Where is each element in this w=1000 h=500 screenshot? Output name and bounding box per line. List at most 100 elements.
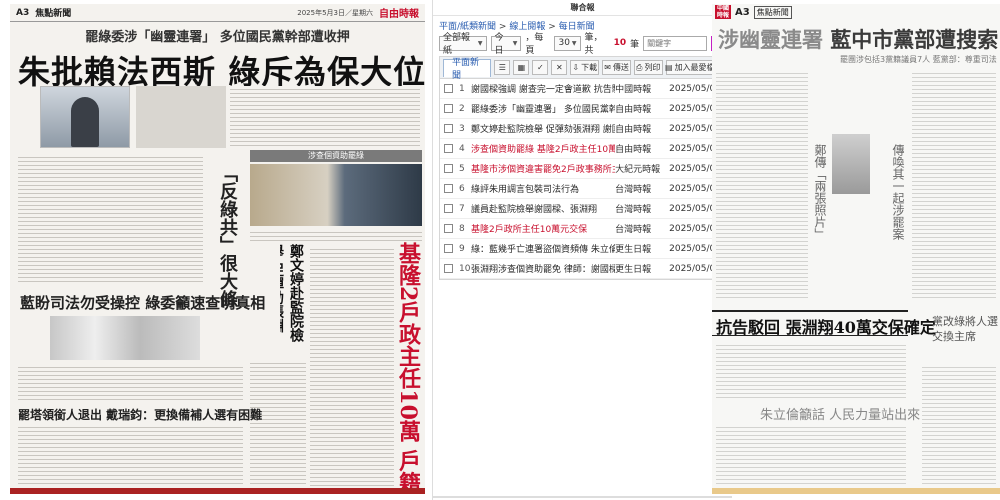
total-unit: 筆 bbox=[630, 39, 640, 50]
right-paper-brand-logo: 中國時報 bbox=[715, 5, 731, 19]
print-label: 列印 bbox=[644, 63, 661, 72]
row-checkbox[interactable] bbox=[444, 84, 453, 93]
total-label: 筆，共 bbox=[584, 33, 603, 56]
search-input[interactable] bbox=[643, 35, 708, 51]
right-paper-side-title: 黨改綠將人選交換主席 bbox=[932, 315, 998, 343]
right-paper-text-column bbox=[912, 70, 996, 300]
table-row[interactable]: 10張淵翔涉查個資助罷免 律師：謝國樑若指示涉正犯更生日報2025/05/03 bbox=[440, 259, 725, 279]
table-row[interactable]: 7 議員赴監院檢舉謝國樑、張淵翔 台灣時報 2025/05/03 bbox=[440, 199, 725, 219]
day-select[interactable]: 今日 ▼ bbox=[490, 33, 522, 56]
table-row[interactable]: 3 鄭文婷赴監院檢舉 促彈劾張淵翔 謝國樑 自由時報 2025/05/03 bbox=[440, 119, 725, 139]
send-label: 傳送 bbox=[612, 63, 629, 72]
table-row[interactable]: 6 綠評朱用調言包裝司法行為 台灣時報 2025/05/03 bbox=[440, 179, 725, 199]
print-button[interactable]: ⎙ 列印 bbox=[633, 60, 663, 75]
download-label: 下載 bbox=[581, 63, 598, 72]
left-paper-text-column bbox=[18, 424, 243, 486]
row-checkbox[interactable] bbox=[444, 184, 453, 193]
top-bar: 聯合報 bbox=[433, 0, 732, 16]
row-title-link[interactable]: 基隆市涉個資違害罷免2戶政事務所主任疑涉案 bbox=[471, 162, 615, 175]
person-figure bbox=[71, 97, 99, 147]
row-checkbox[interactable] bbox=[444, 204, 453, 213]
per-page-select[interactable]: 30 ▼ bbox=[554, 35, 581, 51]
row-number: 10 bbox=[459, 263, 471, 274]
row-source: 自由時報 bbox=[615, 125, 652, 135]
row-source: 自由時報 bbox=[615, 145, 652, 155]
clear-selection-button[interactable]: ✕ bbox=[551, 60, 568, 75]
category-select[interactable]: 全部報紙 ▼ bbox=[439, 33, 487, 56]
left-paper-text-column bbox=[250, 360, 306, 486]
row-checkbox[interactable] bbox=[444, 264, 453, 273]
row-checkbox[interactable] bbox=[444, 144, 453, 153]
grid-view-button[interactable]: ▦ bbox=[513, 60, 530, 75]
row-number: 2 bbox=[459, 103, 465, 114]
chevron-down-icon: ▼ bbox=[571, 39, 577, 47]
left-paper-headline-2: 藍盼司法勿受操控 綠委籲速查明真相 bbox=[20, 294, 266, 312]
table-row[interactable]: 5基隆市涉個資違害罷免2戶政事務所主任疑涉案大紀元時報2025/05/03 bbox=[440, 159, 725, 179]
row-checkbox[interactable] bbox=[444, 104, 453, 113]
table-row[interactable]: 1謝國樑強調 謝查完一定會道歉 抗告駁回 張淵翔40萬交保…中國時報2025/0… bbox=[440, 79, 725, 99]
right-paper-photo bbox=[832, 134, 870, 194]
row-title-link[interactable]: 綠：藍幾乎亡連署盜個資頻傳 朱立倫難辭其責 bbox=[471, 242, 615, 255]
table-row[interactable]: 2罷綠委涉「幽靈連署」 多位國民黨幹部遭收押 朱批賴法西斯…自由時報2025/0… bbox=[440, 99, 725, 119]
left-paper-caption bbox=[250, 229, 422, 243]
right-paper-headline-3: 朱立倫籲話 人民力量站出來 bbox=[760, 408, 921, 423]
row-checkbox[interactable] bbox=[444, 124, 453, 133]
grid-icon: ▦ bbox=[517, 63, 526, 72]
screenshot-stage: A3 焦點新聞 2025年5月3日／星期六 自由時報 罷綠委涉「幽靈連署」 多位… bbox=[0, 0, 1000, 500]
chevron-down-icon: ▼ bbox=[512, 39, 518, 47]
right-paper-text-column bbox=[716, 342, 906, 400]
list-icon: ☰ bbox=[498, 63, 506, 72]
left-paper-vertical-title: 「反綠共」很大條 bbox=[217, 164, 238, 308]
row-title-link[interactable]: 鄭文婷赴監院檢舉 促彈劾張淵翔 謝國樑 bbox=[471, 122, 615, 135]
printer-icon: ⎙ bbox=[636, 62, 643, 72]
right-paper-headline-part1: 涉幽靈連署 bbox=[718, 27, 823, 52]
left-paper-vertical-headline: 鄭文婷赴監院檢舉 促彈劾張淵翔、謝國樑 bbox=[280, 244, 304, 342]
row-number: 1 bbox=[459, 83, 465, 94]
row-title-link[interactable]: 謝國樑強調 謝查完一定會道歉 抗告駁回 張淵翔40萬交保… bbox=[471, 82, 615, 95]
row-title-link[interactable]: 基隆2戶政所主任10萬元交保 bbox=[471, 222, 615, 235]
row-checkbox[interactable] bbox=[444, 224, 453, 233]
row-source: 台灣時報 bbox=[615, 185, 652, 195]
row-number: 3 bbox=[459, 123, 465, 134]
row-title-link[interactable]: 議員赴監院檢舉謝國樑、張淵翔 bbox=[471, 202, 615, 215]
left-paper-text-column bbox=[18, 364, 243, 402]
per-page-value: 30 bbox=[558, 38, 570, 48]
row-checkbox[interactable] bbox=[444, 244, 453, 253]
send-button[interactable]: ✉ 傳送 bbox=[602, 60, 631, 75]
right-paper-section: 焦點新聞 bbox=[753, 5, 792, 19]
row-source: 中國時報 bbox=[615, 85, 652, 95]
left-paper-photo-secondary bbox=[136, 86, 226, 148]
toolbar: 平面新聞 ☰ ▦ ✓ ✕ ⇩ 下載 ✉ 傳送 ⎙ 列印 ▤ 加入最愛檔案 bbox=[440, 57, 725, 81]
check-icon: ✓ bbox=[536, 63, 544, 72]
list-view-button[interactable]: ☰ bbox=[494, 60, 511, 75]
total-count: 10 bbox=[613, 38, 627, 48]
tab-print-news[interactable]: 平面新聞 bbox=[443, 58, 492, 81]
right-paper-header: 中國時報 A3 焦點新聞 bbox=[712, 4, 1000, 20]
row-source: 更生日報 bbox=[615, 265, 652, 275]
row-title-link[interactable]: 罷綠委涉「幽靈連署」 多位國民黨幹部遭收押 朱批賴法西斯… bbox=[471, 102, 615, 115]
table-row[interactable]: 8 基隆2戶政所主任10萬元交保 台灣時報 2025/05/03 bbox=[440, 219, 725, 239]
download-button[interactable]: ⇩ 下載 bbox=[570, 60, 600, 75]
row-source: 更生日報 bbox=[615, 245, 652, 255]
row-title-link[interactable]: 張淵翔涉查個資助罷免 律師：謝國樑若指示涉正犯 bbox=[471, 262, 615, 275]
mail-icon: ✉ bbox=[604, 63, 611, 72]
table-row[interactable]: 9綠：藍幾乎亡連署盜個資頻傳 朱立倫難辭其責更生日報2025/05/03 bbox=[440, 239, 725, 259]
left-paper-photo-speaker bbox=[40, 86, 130, 148]
row-title-link[interactable]: 綠評朱用調言包裝司法行為 bbox=[471, 182, 615, 195]
right-paper-subheadline: 罷團涉包括3黨籍議員7人 藍黨部：尊重司法 bbox=[840, 55, 997, 64]
left-paper-text-column bbox=[230, 86, 420, 146]
filter-bar: 全部報紙▼ 今日▼ ，每頁 30▼ 筆，共 10 筆 ⌕ bbox=[433, 32, 732, 56]
select-all-button[interactable]: ✓ bbox=[532, 60, 549, 75]
row-number: 8 bbox=[459, 223, 465, 234]
row-title-link[interactable]: 涉查個資助罷綠 基隆2戶政主任10萬 戶籍員3萬交保 bbox=[471, 142, 615, 155]
row-checkbox[interactable] bbox=[444, 164, 453, 173]
row-number: 7 bbox=[459, 203, 465, 214]
table-row[interactable]: 4涉查個資助罷綠 基隆2戶政主任10萬 戶籍員3萬交保自由時報2025/05/0… bbox=[440, 139, 725, 159]
right-paper-bottom-bar bbox=[712, 488, 1000, 494]
right-paper-vertical-title-1: 鄭傳「兩張照片」 bbox=[813, 144, 827, 240]
left-newspaper-page: A3 焦點新聞 2025年5月3日／星期六 自由時報 罷綠委涉「幽靈連署」 多位… bbox=[10, 4, 425, 494]
folder-icon: ▤ bbox=[665, 63, 673, 72]
row-source: 自由時報 bbox=[615, 105, 652, 115]
left-paper-text-column bbox=[18, 154, 203, 284]
chevron-down-icon: ▼ bbox=[477, 39, 483, 47]
